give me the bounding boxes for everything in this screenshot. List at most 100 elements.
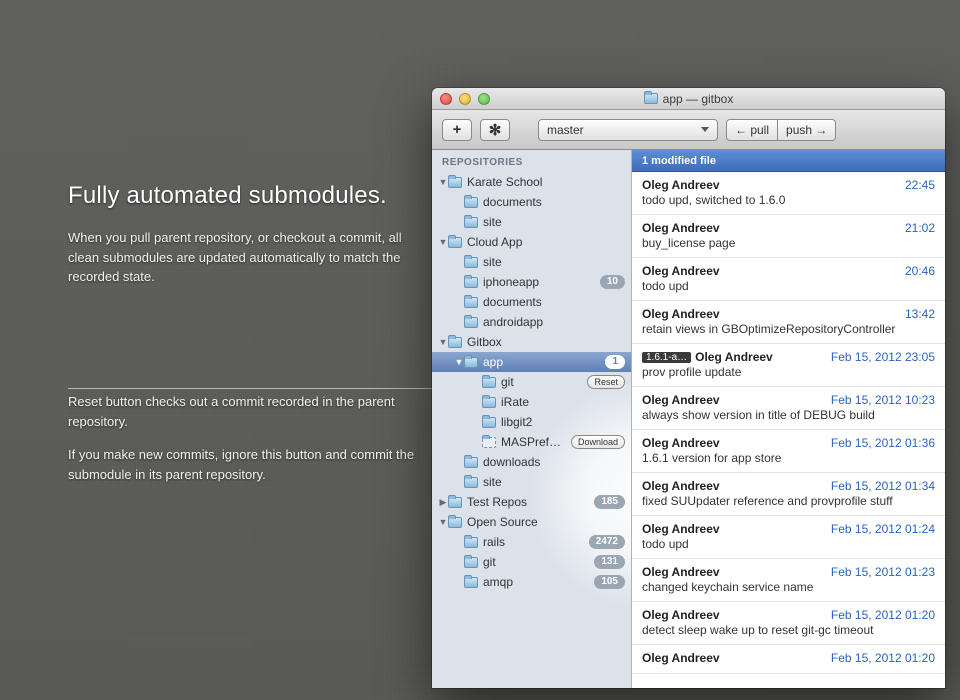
sidebar-header: REPOSITORIES [432,150,631,172]
commit-author: Oleg Andreev [642,178,720,192]
commit-author: Oleg Andreev [642,651,720,665]
sidebar-item-rails[interactable]: rails2472 [432,532,631,552]
commit-row[interactable]: Oleg AndreevFeb 15, 2012 01:24todo upd [632,516,945,559]
disclosure-down-icon[interactable]: ▼ [438,177,448,187]
commit-time: Feb 15, 2012 01:24 [831,522,935,536]
commit-row[interactable]: Oleg Andreev13:42retain views in GBOptim… [632,301,945,344]
commit-author: Oleg Andreev [642,436,720,450]
sidebar-item-git[interactable]: gitReset [432,372,631,392]
titlebar[interactable]: app — gitbox [432,88,945,110]
sidebar-item-label: site [483,255,625,269]
pull-push-segment: ← pull push → [726,119,836,141]
sidebar-item-documents[interactable]: documents [432,292,631,312]
callout-leader-line [68,388,488,389]
commit-message: always show version in title of DEBUG bu… [642,408,935,422]
push-button[interactable]: push → [778,119,836,141]
folder-icon [464,197,478,208]
sidebar-item-label: Gitbox [467,335,625,349]
zoom-icon[interactable] [478,93,490,105]
commit-time: Feb 15, 2012 01:20 [831,651,935,665]
count-badge: 10 [600,275,625,289]
sidebar-item-site[interactable]: site [432,472,631,492]
disclosure-down-icon[interactable]: ▼ [454,357,464,367]
branch-selector[interactable]: master [538,119,718,141]
commit-row[interactable]: Oleg AndreevFeb 15, 2012 01:361.6.1 vers… [632,430,945,473]
status-text: 1 modified file [642,155,716,167]
sidebar-item-maspref-[interactable]: MASPref…Download [432,432,631,452]
sidebar-item-label: documents [483,195,625,209]
folder-icon [464,477,478,488]
disclosure-down-icon[interactable]: ▼ [438,337,448,347]
sidebar-item-cloud-app[interactable]: ▼ Cloud App [432,232,631,252]
count-badge: 2472 [589,535,625,549]
commit-time: 13:42 [905,307,935,321]
headline: Fully automated submodules. [68,182,428,210]
sidebar-item-libgit2[interactable]: libgit2 [432,412,631,432]
sidebar-item-karate-school[interactable]: ▼Karate School [432,172,631,192]
settings-button[interactable]: ✻ [480,119,510,141]
folder-icon [464,257,478,268]
count-badge: 131 [594,555,625,569]
reset-button[interactable]: Reset [587,375,625,389]
commit-author: Oleg Andreev [695,350,773,364]
sidebar-item-site[interactable]: site [432,252,631,272]
sidebar-item-label: site [483,475,625,489]
commit-time: Feb 15, 2012 01:20 [831,608,935,622]
disclosure-right-icon[interactable]: ▶ [438,497,448,508]
commit-row[interactable]: Oleg AndreevFeb 15, 2012 01:23changed ke… [632,559,945,602]
disclosure-down-icon[interactable]: ▼ [438,517,448,527]
commit-time: Feb 15, 2012 23:05 [831,350,935,364]
commit-list[interactable]: Oleg Andreev22:45todo upd, switched to 1… [632,172,945,688]
count-badge: 1 [605,355,625,369]
folder-icon [464,277,478,288]
chevron-down-icon [701,127,709,132]
sidebar-item-app[interactable]: ▼app1 [432,352,631,372]
window-title-text: app — gitbox [663,92,734,106]
sidebar-item-downloads[interactable]: downloads [432,452,631,472]
commit-row[interactable]: Oleg Andreev Feb 15, 2012 01:20 [632,645,945,674]
sidebar-item-site[interactable]: site [432,212,631,232]
folder-icon [464,297,478,308]
sidebar-item-label: Test Repos [467,495,594,509]
pull-button[interactable]: ← pull [726,119,778,141]
sidebar-item-documents[interactable]: documents [432,192,631,212]
sidebar-item-amqp[interactable]: amqp105 [432,572,631,592]
folder-icon [482,377,496,388]
sidebar-item-label: documents [483,295,625,309]
commit-time: Feb 15, 2012 01:34 [831,479,935,493]
commit-row[interactable]: Oleg AndreevFeb 15, 2012 10:23always sho… [632,387,945,430]
minimize-icon[interactable] [459,93,471,105]
sidebar-item-iphoneapp[interactable]: iphoneapp10 [432,272,631,292]
commit-message: retain views in GBOptimizeRepositoryCont… [642,322,935,336]
commit-author: Oleg Andreev [642,522,720,536]
commit-row[interactable]: Oleg AndreevFeb 15, 2012 01:34fixed SUUp… [632,473,945,516]
folder-icon [482,437,496,448]
sidebar-item-test-repos[interactable]: ▶Test Repos185 [432,492,631,512]
traffic-lights [440,93,490,105]
sidebar-item-label: Cloud App [467,235,625,249]
commit-message: changed keychain service name [642,580,935,594]
commit-time: Feb 15, 2012 01:23 [831,565,935,579]
commit-author: Oleg Andreev [642,479,720,493]
close-icon[interactable] [440,93,452,105]
sidebar-item-irate[interactable]: iRate [432,392,631,412]
commit-message: 1.6.1 version for app store [642,451,935,465]
sidebar-item-gitbox[interactable]: ▼ Gitbox [432,332,631,352]
commit-row[interactable]: Oleg Andreev22:45todo upd, switched to 1… [632,172,945,215]
commit-row[interactable]: Oleg Andreev21:02buy_license page [632,215,945,258]
commit-row[interactable]: Oleg AndreevFeb 15, 2012 01:20detect sle… [632,602,945,645]
commit-message: prov profile update [642,365,935,379]
commit-tag: 1.6.1-a… [642,352,691,363]
sidebar-item-label: git [501,375,587,389]
commit-time: 21:02 [905,221,935,235]
add-repo-button[interactable]: + [442,119,472,141]
sidebar-item-open-source[interactable]: ▼Open Source [432,512,631,532]
sidebar-item-androidapp[interactable]: androidapp [432,312,631,332]
commit-row[interactable]: Oleg Andreev20:46todo upd [632,258,945,301]
disclosure-down-icon[interactable]: ▼ [438,237,448,247]
sidebar-item-git[interactable]: git131 [432,552,631,572]
download-button[interactable]: Download [571,435,625,449]
callout-copy: Reset button checks out a commit recorde… [68,392,428,498]
sidebar-item-label: git [483,555,594,569]
commit-row[interactable]: 1.6.1-a… Oleg Andreev Feb 15, 2012 23:05pr… [632,344,945,387]
